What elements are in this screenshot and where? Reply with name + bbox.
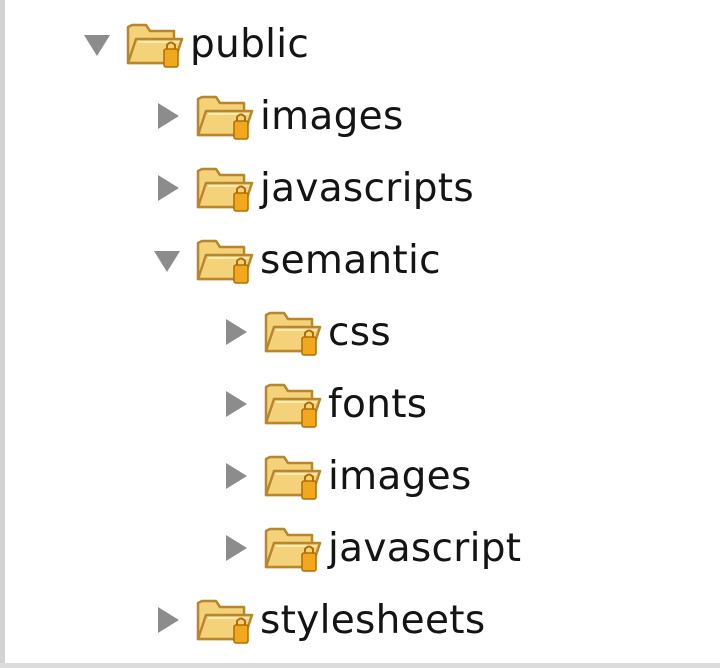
project-explorer-panel: public images javascripts semantic css f… — [0, 0, 720, 668]
folder-icon — [192, 160, 258, 216]
disclosure-expanded-icon[interactable] — [150, 243, 184, 277]
folder-icon — [122, 16, 188, 72]
tree-item-public[interactable]: public — [80, 14, 309, 74]
folder-icon — [192, 592, 258, 648]
disclosure-collapsed-icon[interactable] — [218, 459, 252, 493]
disclosure-expanded-icon[interactable] — [80, 27, 114, 61]
tree-item-images[interactable]: images — [150, 86, 404, 146]
tree-item-label: stylesheets — [260, 597, 486, 643]
tree-item-label: css — [328, 309, 391, 355]
tree-item-javascripts[interactable]: javascripts — [150, 158, 474, 218]
folder-icon — [192, 232, 258, 288]
tree-item-label: semantic — [260, 237, 441, 283]
disclosure-collapsed-icon[interactable] — [218, 315, 252, 349]
panel-bottom-border — [0, 663, 720, 668]
disclosure-collapsed-icon[interactable] — [150, 603, 184, 637]
tree-item-css[interactable]: css — [218, 302, 391, 362]
disclosure-collapsed-icon[interactable] — [150, 99, 184, 133]
disclosure-collapsed-icon[interactable] — [150, 171, 184, 205]
folder-icon — [260, 376, 326, 432]
folder-icon — [260, 520, 326, 576]
folder-icon — [260, 448, 326, 504]
tree-item-fonts[interactable]: fonts — [218, 374, 427, 434]
folder-tree: public images javascripts semantic css f… — [0, 0, 720, 660]
tree-item-label: images — [260, 93, 404, 139]
disclosure-collapsed-icon[interactable] — [218, 531, 252, 565]
tree-item-semantic[interactable]: semantic — [150, 230, 441, 290]
tree-item-label: javascript — [328, 525, 522, 571]
tree-item-label: public — [190, 21, 310, 67]
tree-item-stylesheets[interactable]: stylesheets — [150, 590, 485, 650]
tree-item-label: javascripts — [260, 165, 475, 211]
tree-item-images[interactable]: images — [218, 446, 472, 506]
disclosure-collapsed-icon[interactable] — [218, 387, 252, 421]
folder-icon — [260, 304, 326, 360]
tree-item-javascript[interactable]: javascript — [218, 518, 521, 578]
tree-item-label: images — [328, 453, 472, 499]
tree-item-label: fonts — [328, 381, 428, 427]
folder-icon — [192, 88, 258, 144]
